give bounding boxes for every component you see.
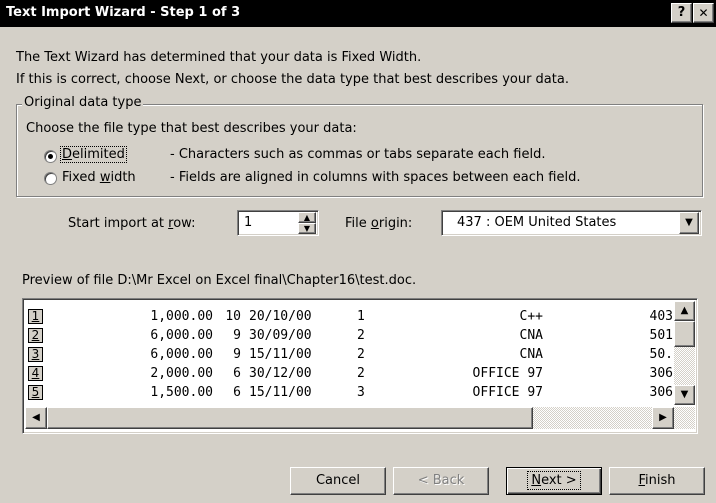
title-bar[interactable]: Text Import Wizard - Step 1 of 3 ? ✕ (0, 0, 716, 27)
fixed-width-label[interactable]: Fixed width (62, 170, 136, 185)
spin-up-button[interactable]: ▲ (298, 212, 316, 223)
row-number: 1 (28, 309, 43, 324)
preview-label: Preview of file D:\Mr Excel on Excel fin… (22, 273, 417, 288)
fixed-width-radio[interactable] (44, 172, 57, 185)
start-row-input[interactable]: 1 (244, 215, 252, 230)
scroll-left-icon: ◀ (32, 412, 40, 423)
row-number: 3 (28, 347, 43, 362)
row-number: 2 (28, 328, 43, 343)
file-origin-value: 437 : OEM United States (457, 215, 617, 230)
group-label: Original data type (22, 95, 144, 110)
radio-selected-dot (48, 154, 53, 159)
start-import-label: Start import at row: (68, 216, 196, 231)
scroll-up-button[interactable]: ▲ (674, 301, 695, 321)
delimited-radio[interactable] (44, 150, 57, 163)
close-button[interactable]: ✕ (693, 3, 714, 23)
row-number: 4 (28, 366, 43, 381)
delimited-description: - Characters such as commas or tabs sepa… (170, 147, 546, 162)
dropdown-button[interactable]: ▼ (679, 212, 699, 234)
help-button[interactable]: ? (671, 3, 692, 23)
file-origin-label: File origin: (345, 216, 413, 231)
fixed-width-description: - Fields are aligned in columns with spa… (170, 170, 581, 185)
next-button[interactable]: Next > (506, 467, 602, 495)
scroll-right-button[interactable]: ▶ (652, 407, 674, 429)
table-row: 4 2,000.00 6 30/12/00 2 OFFICE 97 306 (25, 366, 674, 382)
start-row-spinner: 1 ▲ ▼ (237, 210, 319, 236)
table-row: 2 6,000.00 9 30/09/00 2 CNA 501 (25, 328, 674, 344)
spin-down-button[interactable]: ▼ (298, 223, 316, 234)
intro-line-1: The Text Wizard has determined that your… (16, 50, 422, 65)
scroll-down-button[interactable]: ▼ (674, 385, 695, 405)
table-row: 5 1,500.00 6 15/11/00 3 OFFICE 97 306 (25, 385, 674, 401)
preview-pane: 1 1,000.00 10 20/10/00 1 C++ 403 2 6,000… (22, 298, 698, 434)
finish-button[interactable]: Finish (609, 467, 705, 495)
file-origin-dropdown[interactable]: 437 : OEM United States ▼ (441, 210, 702, 236)
vertical-scroll-thumb[interactable] (674, 321, 695, 347)
spin-up-icon: ▲ (303, 213, 311, 222)
table-row: 1 1,000.00 10 20/10/00 1 C++ 403 (25, 309, 674, 325)
preview-grid: 1 1,000.00 10 20/10/00 1 C++ 403 2 6,000… (25, 301, 674, 405)
cancel-button[interactable]: Cancel (290, 467, 386, 495)
table-row: 3 6,000.00 9 15/11/00 2 CNA 50. (25, 347, 674, 363)
horizontal-scrollbar[interactable]: ◀ ▶ (25, 407, 695, 429)
horizontal-scroll-thumb[interactable] (47, 407, 533, 429)
scroll-left-button[interactable]: ◀ (25, 407, 47, 429)
vertical-scrollbar[interactable]: ▲ ▼ (674, 301, 695, 405)
file-type-prompt: Choose the file type that best describes… (26, 121, 357, 136)
chevron-down-icon: ▼ (685, 217, 693, 228)
back-button[interactable]: < Back (393, 467, 489, 495)
window-title: Text Import Wizard - Step 1 of 3 (6, 5, 241, 20)
scroll-up-icon: ▲ (680, 305, 689, 316)
row-number: 5 (28, 385, 43, 400)
intro-line-2: If this is correct, choose Next, or choo… (16, 72, 569, 87)
scroll-right-icon: ▶ (659, 412, 667, 423)
delimited-label[interactable]: Delimited (60, 146, 127, 163)
spin-down-icon: ▼ (303, 224, 311, 233)
scroll-down-icon: ▼ (680, 389, 689, 400)
